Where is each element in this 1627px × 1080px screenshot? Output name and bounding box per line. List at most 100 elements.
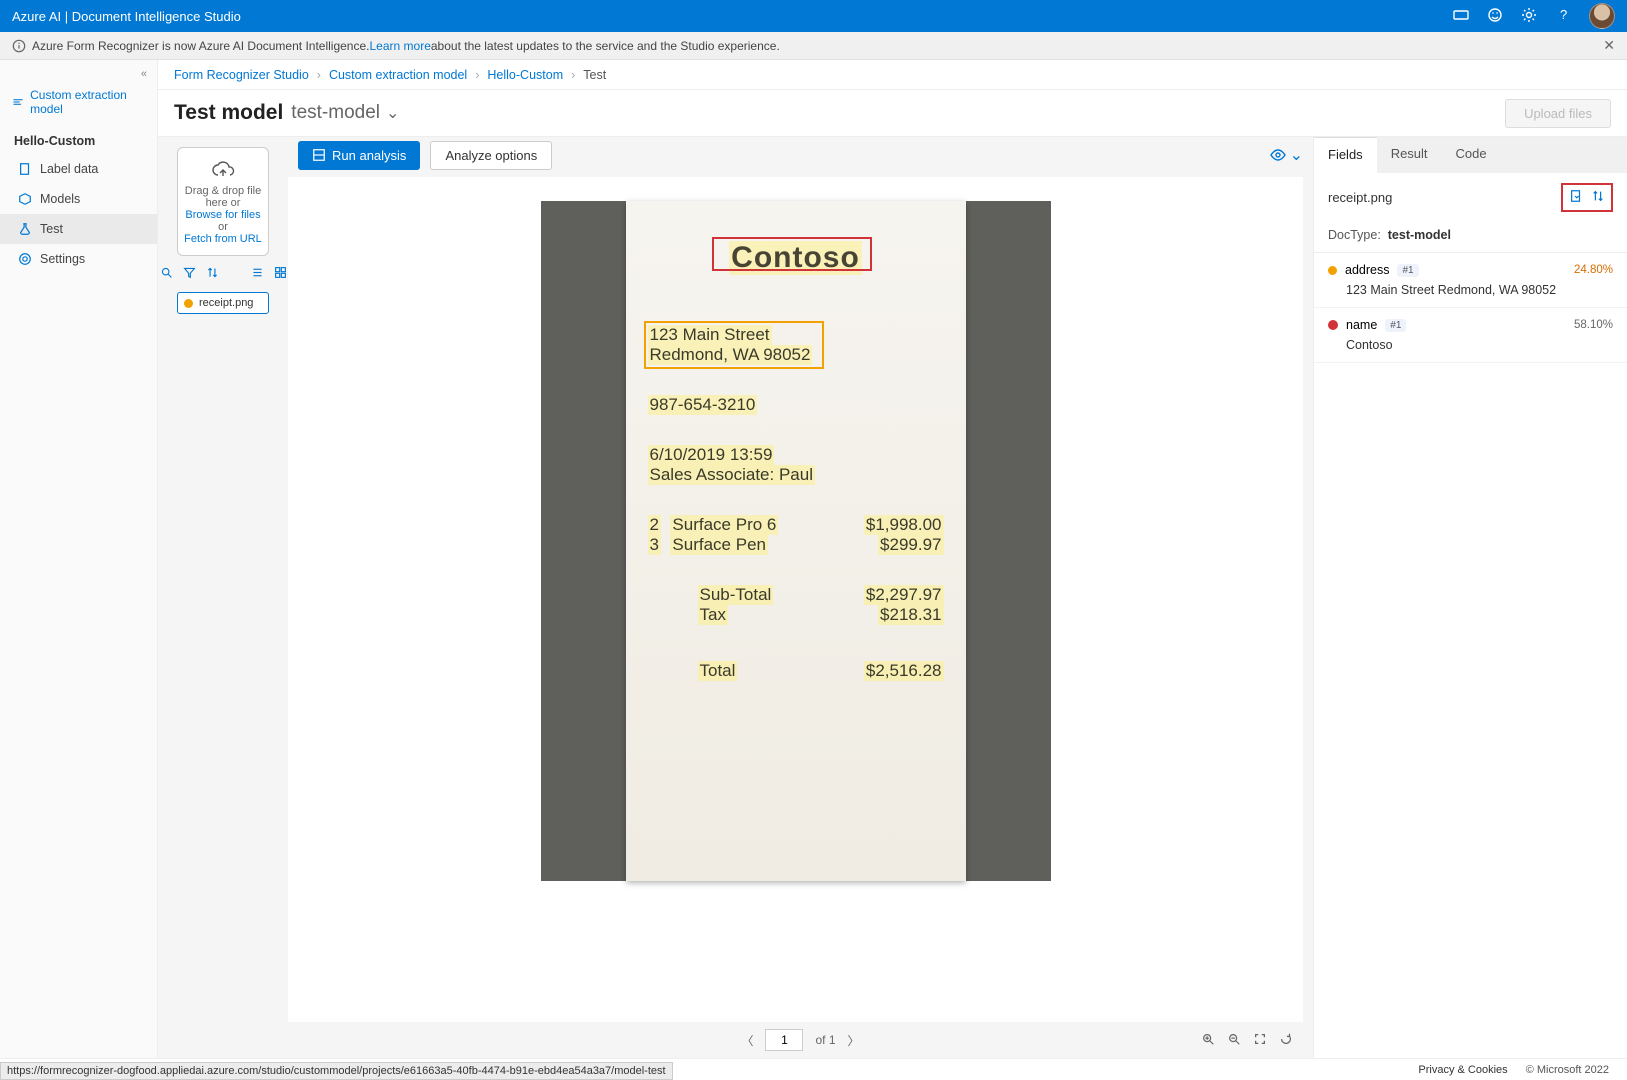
page-input[interactable] bbox=[765, 1029, 803, 1051]
crumb-1[interactable]: Custom extraction model bbox=[329, 68, 467, 82]
tab-code[interactable]: Code bbox=[1442, 137, 1501, 173]
field-name[interactable]: name #1 58.10% Contoso bbox=[1314, 308, 1627, 363]
doctype-row: DocType: test-model bbox=[1314, 222, 1627, 253]
field-name: address bbox=[1345, 263, 1389, 277]
field-badge: #1 bbox=[1385, 319, 1406, 332]
viewer-footer: 〈 of 1 〉 bbox=[288, 1022, 1313, 1058]
nav-settings[interactable]: Settings bbox=[0, 244, 157, 274]
crumb-current: Test bbox=[583, 68, 606, 82]
field-value: Contoso bbox=[1346, 338, 1613, 352]
scan-icon bbox=[312, 148, 326, 162]
privacy-link[interactable]: Privacy & Cookies bbox=[1418, 1064, 1507, 1076]
next-page[interactable]: 〉 bbox=[848, 1032, 860, 1049]
results-filename: receipt.png bbox=[1328, 190, 1392, 205]
address-bbox bbox=[644, 321, 824, 369]
crumb-2[interactable]: Hello-Custom bbox=[487, 68, 563, 82]
copyright: © Microsoft 2022 bbox=[1526, 1064, 1609, 1076]
results-tabs: Fields Result Code bbox=[1314, 137, 1627, 173]
feedback-icon[interactable] bbox=[1487, 7, 1503, 26]
eye-icon bbox=[1270, 147, 1286, 163]
prev-page[interactable]: 〈 bbox=[741, 1032, 753, 1049]
settings-icon[interactable] bbox=[1521, 7, 1537, 26]
tab-fields[interactable]: Fields bbox=[1314, 137, 1377, 173]
receipt-datetime: 6/10/2019 13:59 bbox=[648, 445, 775, 465]
field-confidence: 58.10% bbox=[1574, 319, 1613, 331]
file-tools bbox=[160, 266, 287, 282]
info-banner: Azure Form Recognizer is now Azure AI Do… bbox=[0, 32, 1627, 60]
nav-label-data[interactable]: Label data bbox=[0, 154, 157, 184]
flask-icon bbox=[18, 222, 32, 236]
cube-icon bbox=[18, 192, 32, 206]
list-view-icon[interactable] bbox=[251, 266, 264, 282]
view-toggle[interactable]: ⌄ bbox=[1270, 145, 1303, 165]
zoom-out-icon[interactable] bbox=[1227, 1032, 1241, 1049]
viewer: Run analysis Analyze options ⌄ Contoso bbox=[288, 137, 1313, 1058]
zoom-in-icon[interactable] bbox=[1201, 1032, 1215, 1049]
model-dropdown[interactable]: ⌄ bbox=[386, 103, 399, 123]
doctype-value: test-model bbox=[1388, 228, 1451, 242]
status-bar: https://formrecognizer-dogfood.appliedai… bbox=[0, 1058, 1627, 1080]
analyze-options-button[interactable]: Analyze options bbox=[430, 141, 552, 170]
nav-models[interactable]: Models bbox=[0, 184, 157, 214]
chevron-down-icon: ⌄ bbox=[1290, 145, 1303, 165]
titlebar: Test model test-model ⌄ Upload files bbox=[158, 90, 1627, 136]
upload-files-button[interactable]: Upload files bbox=[1505, 99, 1611, 128]
field-address[interactable]: address #1 24.80% 123 Main Street Redmon… bbox=[1314, 253, 1627, 308]
app-header: Azure AI | Document Intelligence Studio … bbox=[0, 0, 1627, 32]
svg-text:?: ? bbox=[1560, 7, 1567, 22]
document-image: Contoso 123 Main Street Redmond, WA 9805… bbox=[541, 201, 1051, 881]
browse-link[interactable]: Browse for files bbox=[184, 209, 262, 221]
sort-fields-icon[interactable] bbox=[1591, 189, 1605, 206]
field-badge: #1 bbox=[1397, 264, 1418, 277]
fit-icon[interactable] bbox=[1253, 1032, 1267, 1049]
sidebar-collapse[interactable]: « bbox=[0, 68, 157, 80]
model-name: test-model bbox=[291, 102, 380, 124]
banner-link[interactable]: Learn more bbox=[370, 39, 431, 53]
field-color-dot bbox=[1328, 320, 1338, 330]
tab-result[interactable]: Result bbox=[1377, 137, 1442, 173]
crumb-0[interactable]: Form Recognizer Studio bbox=[174, 68, 309, 82]
run-analysis-button[interactable]: Run analysis bbox=[298, 141, 420, 170]
field-confidence: 24.80% bbox=[1574, 264, 1613, 276]
grid-view-icon[interactable] bbox=[274, 266, 287, 282]
help-icon[interactable]: ? bbox=[1555, 7, 1571, 26]
page-total: of 1 bbox=[815, 1033, 835, 1047]
sidebar-section[interactable]: Custom extraction model bbox=[0, 80, 157, 124]
name-bbox bbox=[712, 237, 872, 271]
nav-test[interactable]: Test bbox=[0, 214, 157, 244]
dropzone-or: or bbox=[184, 221, 262, 233]
highlighted-actions bbox=[1561, 183, 1613, 212]
sidebar: « Custom extraction model Hello-Custom L… bbox=[0, 60, 158, 1058]
status-dot-icon bbox=[184, 299, 193, 308]
viewer-canvas[interactable]: Contoso 123 Main Street Redmond, WA 9805… bbox=[288, 177, 1303, 1022]
document-icon bbox=[18, 162, 32, 176]
dropzone[interactable]: Drag & drop file here or Browse for file… bbox=[177, 147, 269, 256]
user-avatar[interactable] bbox=[1589, 3, 1615, 29]
search-icon[interactable] bbox=[160, 266, 173, 282]
receipt-associate: Sales Associate: Paul bbox=[648, 465, 815, 485]
app-title: Azure AI | Document Intelligence Studio bbox=[12, 9, 1453, 24]
banner-text-after: about the latest updates to the service … bbox=[431, 39, 780, 53]
project-name: Hello-Custom bbox=[0, 124, 157, 154]
breadcrumb: Form Recognizer Studio› Custom extractio… bbox=[158, 60, 1627, 90]
field-name-label: name bbox=[1346, 318, 1377, 332]
filter-icon[interactable] bbox=[183, 266, 196, 282]
content: Form Recognizer Studio› Custom extractio… bbox=[158, 60, 1627, 1058]
files-pane: Drag & drop file here or Browse for file… bbox=[158, 137, 288, 1058]
rotate-icon[interactable] bbox=[1279, 1032, 1293, 1049]
banner-text-before: Azure Form Recognizer is now Azure AI Do… bbox=[32, 39, 370, 53]
workspace: Drag & drop file here or Browse for file… bbox=[158, 136, 1627, 1058]
upload-cloud-icon bbox=[211, 158, 235, 182]
field-value: 123 Main Street Redmond, WA 98052 bbox=[1346, 283, 1613, 297]
sort-icon[interactable] bbox=[206, 266, 219, 282]
model-icon bbox=[12, 95, 24, 109]
results-file: receipt.png bbox=[1314, 173, 1627, 222]
fetch-url-link[interactable]: Fetch from URL bbox=[184, 233, 262, 245]
page-title: Test model bbox=[174, 101, 283, 125]
results-panel: Fields Result Code receipt.png DocType: … bbox=[1313, 137, 1627, 1058]
file-item-selected[interactable]: receipt.png bbox=[177, 292, 269, 314]
info-icon bbox=[12, 39, 26, 53]
download-json-icon[interactable] bbox=[1569, 189, 1583, 206]
banner-close[interactable]: ✕ bbox=[1603, 37, 1615, 54]
keyboard-icon[interactable] bbox=[1453, 7, 1469, 26]
